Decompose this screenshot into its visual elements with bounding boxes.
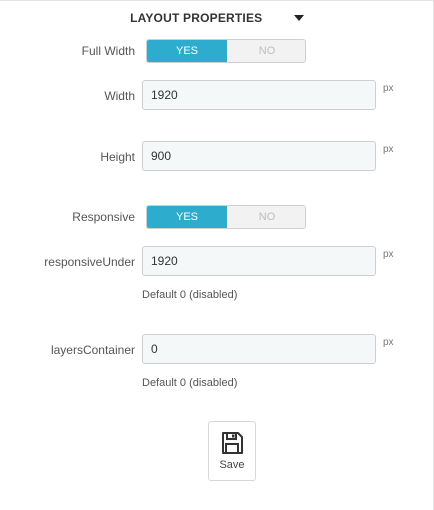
full-width-toggle[interactable]: YES NO xyxy=(146,39,306,63)
layers-container-label: layersContainer xyxy=(50,343,135,357)
responsive-under-label: responsiveUnder xyxy=(44,255,135,269)
height-input[interactable] xyxy=(142,141,376,171)
save-label: Save xyxy=(219,459,245,471)
responsive-no-option[interactable]: NO xyxy=(227,206,305,228)
caret-down-icon[interactable] xyxy=(293,14,304,21)
responsive-label: Responsive xyxy=(72,210,135,224)
full-width-yes-option[interactable]: YES xyxy=(147,40,227,62)
responsive-toggle[interactable]: YES NO xyxy=(146,205,306,229)
save-button[interactable]: Save xyxy=(208,421,256,481)
responsive-under-unit: px xyxy=(383,249,394,260)
full-width-label: Full Width xyxy=(81,44,135,58)
responsive-yes-option[interactable]: YES xyxy=(147,206,227,228)
height-unit: px xyxy=(383,144,394,155)
layers-container-unit: px xyxy=(383,337,394,348)
layers-container-input[interactable] xyxy=(142,334,376,364)
width-label: Width xyxy=(104,89,135,103)
layout-properties-panel: LAYOUT PROPERTIES Full Width YES NO Widt… xyxy=(0,0,434,510)
width-unit: px xyxy=(383,83,394,94)
responsive-under-hint: Default 0 (disabled) xyxy=(142,289,238,301)
full-width-no-option[interactable]: NO xyxy=(227,40,305,62)
responsive-under-input[interactable] xyxy=(142,246,376,276)
height-label: Height xyxy=(100,150,135,164)
width-input[interactable] xyxy=(142,80,376,110)
floppy-disk-icon xyxy=(222,432,243,454)
section-header[interactable]: LAYOUT PROPERTIES xyxy=(0,11,434,25)
layers-container-hint: Default 0 (disabled) xyxy=(142,377,238,389)
section-title: LAYOUT PROPERTIES xyxy=(130,11,263,25)
